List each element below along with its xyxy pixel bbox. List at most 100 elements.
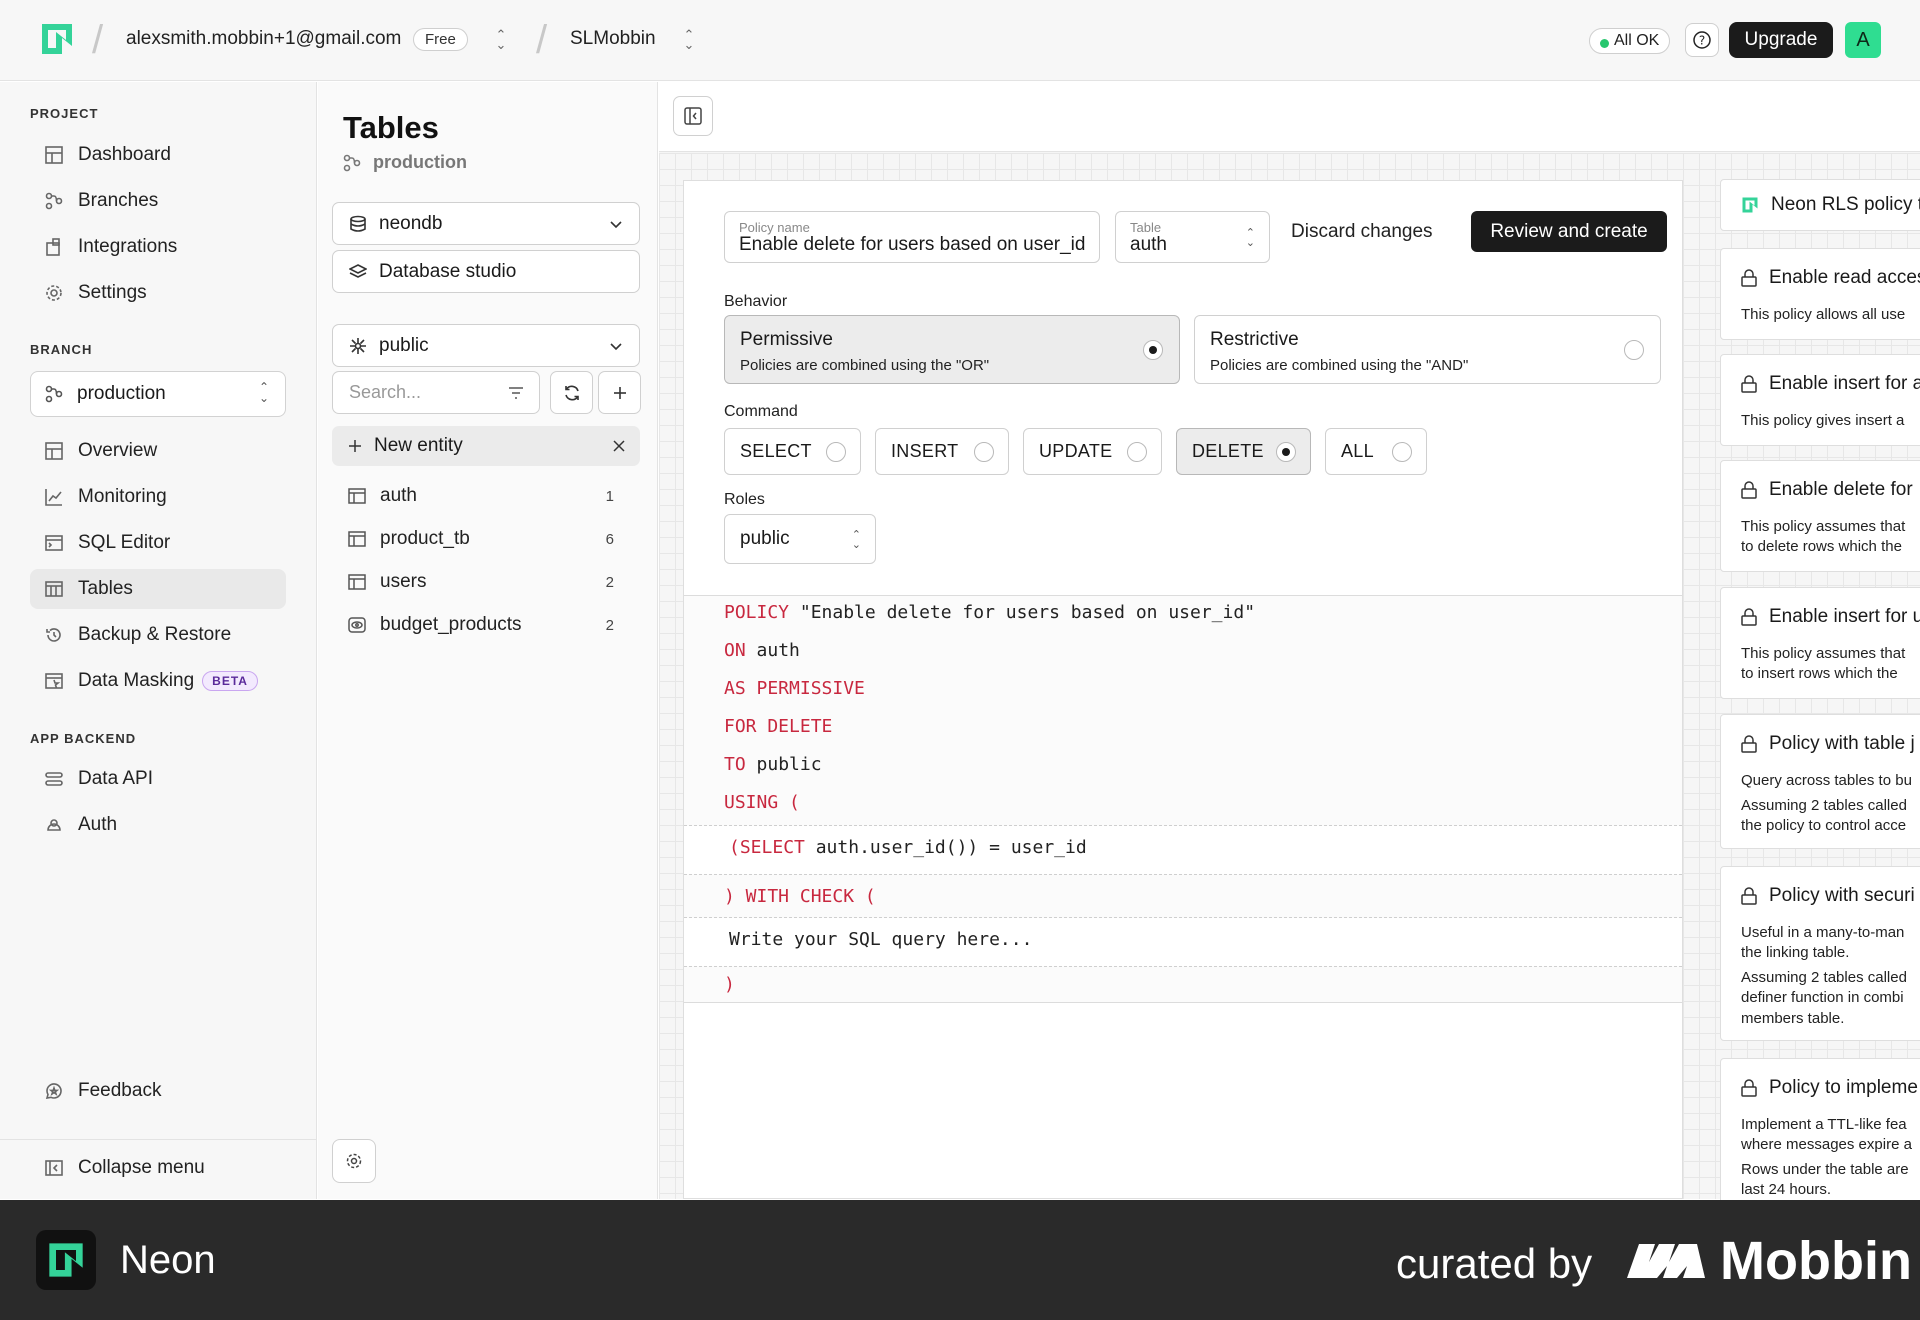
sql-text: user_id (1010, 837, 1087, 858)
behavior-label: Behavior (724, 293, 788, 310)
mobbin-logo-icon (1627, 1244, 1705, 1278)
panel-settings-button[interactable] (332, 1139, 376, 1183)
refresh-button[interactable] (550, 371, 593, 414)
table-icon (348, 574, 366, 590)
sidebar-item-sql-editor[interactable]: SQL Editor (30, 523, 286, 563)
upgrade-button[interactable]: Upgrade (1729, 22, 1833, 58)
template-card[interactable]: Policy with table j Query across tables … (1720, 714, 1920, 849)
behavior-option-permissive[interactable]: Permissive Policies are combined using t… (724, 315, 1180, 384)
template-description: Useful in a many-to-man (1741, 924, 1905, 941)
sidebar-item-overview[interactable]: Overview (30, 431, 286, 471)
template-title: Enable insert for a (1741, 373, 1920, 395)
main-area: Policy name Enable delete for users base… (659, 82, 1920, 1218)
radio-selected-icon (1276, 442, 1296, 462)
close-icon[interactable] (612, 439, 626, 453)
template-description: This policy allows all use (1741, 306, 1906, 323)
account-switcher-icon[interactable]: ⌃ ⌄ (494, 28, 508, 52)
avatar[interactable]: A (1845, 22, 1881, 58)
search-input[interactable]: Search... (332, 371, 540, 414)
option-label: SELECT (740, 441, 812, 461)
account-email[interactable]: alexsmith.mobbin+1@gmail.com (126, 28, 401, 50)
lock-icon (1741, 1079, 1757, 1097)
template-title: Enable delete for (1741, 479, 1913, 501)
table-icon (348, 531, 366, 547)
template-title-text: Policy to impleme (1769, 1077, 1918, 1098)
check-expression-editor[interactable]: Write your SQL query here... (684, 918, 1682, 966)
field-value: Enable delete for users based on user_id (739, 234, 1086, 255)
sql-text: "Enable delete for users based on user_i… (799, 602, 1256, 623)
sidebar-item-dashboard[interactable]: Dashboard (30, 135, 286, 175)
review-and-create-button[interactable]: Review and create (1471, 211, 1667, 252)
section-label-app-backend: APP BACKEND (30, 731, 137, 746)
roles-select[interactable]: public ⌃ ⌄ (724, 514, 876, 564)
sidebar-item-backup-restore[interactable]: Backup & Restore (30, 615, 286, 655)
project-switcher-icon[interactable]: ⌃ ⌄ (682, 28, 696, 52)
chevron-down-icon (610, 220, 622, 228)
gear-icon (44, 283, 64, 303)
neon-logo-icon[interactable] (39, 21, 75, 57)
toggle-panel-button[interactable] (673, 96, 713, 136)
template-card[interactable]: Enable insert for u This policy assumes … (1720, 587, 1920, 699)
policy-name-field[interactable]: Policy name Enable delete for users base… (724, 211, 1100, 263)
section-label-branch: BRANCH (30, 342, 93, 357)
sql-operator: = (989, 837, 1000, 858)
table-row[interactable]: product_tb 6 (332, 519, 640, 559)
behavior-option-restrictive[interactable]: Restrictive Policies are combined using … (1194, 315, 1661, 384)
help-button[interactable]: ? (1685, 23, 1719, 57)
template-card[interactable]: Policy to impleme Implement a TTL-like f… (1720, 1058, 1920, 1218)
command-option-delete[interactable]: DELETE (1176, 428, 1311, 475)
table-icon (348, 488, 366, 504)
discard-changes-button[interactable]: Discard changes (1291, 221, 1433, 243)
command-option-insert[interactable]: INSERT (875, 428, 1009, 475)
plus-icon (349, 440, 361, 452)
collapse-menu-button[interactable]: Collapse menu (30, 1148, 286, 1188)
template-description: last 24 hours. (1741, 1181, 1832, 1198)
sidebar-item-feedback[interactable]: Feedback (30, 1071, 286, 1111)
template-card[interactable]: Enable read acces This policy allows all… (1720, 248, 1920, 340)
table-row[interactable]: users 2 (332, 562, 640, 602)
help-icon: ? (1693, 31, 1711, 49)
command-option-select[interactable]: SELECT (724, 428, 861, 475)
filter-icon[interactable] (507, 384, 525, 402)
schema-select[interactable]: public (332, 324, 640, 367)
template-card[interactable]: Enable delete for This policy assumes th… (1720, 460, 1920, 572)
sidebar-item-settings[interactable]: Settings (30, 273, 286, 313)
branch-selector[interactable]: production ⌃ ⌄ (30, 371, 286, 417)
templates-header-text: Neon RLS policy te (1771, 194, 1920, 215)
sidebar-item-auth[interactable]: Auth (30, 805, 286, 845)
database-select[interactable]: neondb (332, 202, 640, 245)
sidebar-item-data-masking[interactable]: Data Masking BETA (30, 661, 286, 701)
sidebar-item-branches[interactable]: Branches (30, 181, 286, 221)
status-badge[interactable]: All OK (1589, 28, 1671, 54)
template-title-text: Enable insert for u (1769, 606, 1920, 627)
table-row[interactable]: budget_products 2 (332, 605, 640, 645)
sql-line: USING ( (724, 792, 800, 813)
sidebar-item-label: Collapse menu (78, 1157, 205, 1178)
template-card[interactable]: Policy with securi Useful in a many-to-m… (1720, 866, 1920, 1041)
sidebar-item-data-api[interactable]: Data API (30, 759, 286, 799)
sidebar-item-monitoring[interactable]: Monitoring (30, 477, 286, 517)
sidebar-item-label: Backup & Restore (78, 624, 232, 645)
table-row[interactable]: auth 1 (332, 476, 640, 516)
sidebar-item-tables[interactable]: Tables (30, 569, 286, 609)
sql-keyword: USING ( (724, 792, 800, 813)
status-dot-icon (1600, 39, 1609, 48)
sidebar-item-integrations[interactable]: Integrations (30, 227, 286, 267)
branch-name: production (77, 383, 166, 404)
beta-badge: BETA (202, 671, 258, 691)
template-description: where messages expire a (1741, 1136, 1912, 1153)
using-expression-editor[interactable]: (SELECT auth.user_id()) = user_id (684, 826, 1682, 874)
current-branch-name: production (373, 152, 467, 172)
lock-icon (1741, 735, 1757, 753)
command-option-update[interactable]: UPDATE (1023, 428, 1162, 475)
add-button[interactable] (598, 371, 641, 414)
new-entity-item[interactable]: New entity (332, 426, 640, 466)
template-description: Assuming 2 tables called (1741, 797, 1907, 814)
template-card[interactable]: Enable insert for a This policy gives in… (1720, 354, 1920, 446)
option-label: DELETE (1192, 441, 1264, 461)
option-label: ALL (1341, 441, 1374, 461)
command-option-all[interactable]: ALL (1325, 428, 1427, 475)
project-name[interactable]: SLMobbin (570, 28, 656, 50)
table-select[interactable]: Table auth ⌃ ⌄ (1115, 211, 1270, 263)
database-studio-button[interactable]: Database studio (332, 250, 640, 293)
